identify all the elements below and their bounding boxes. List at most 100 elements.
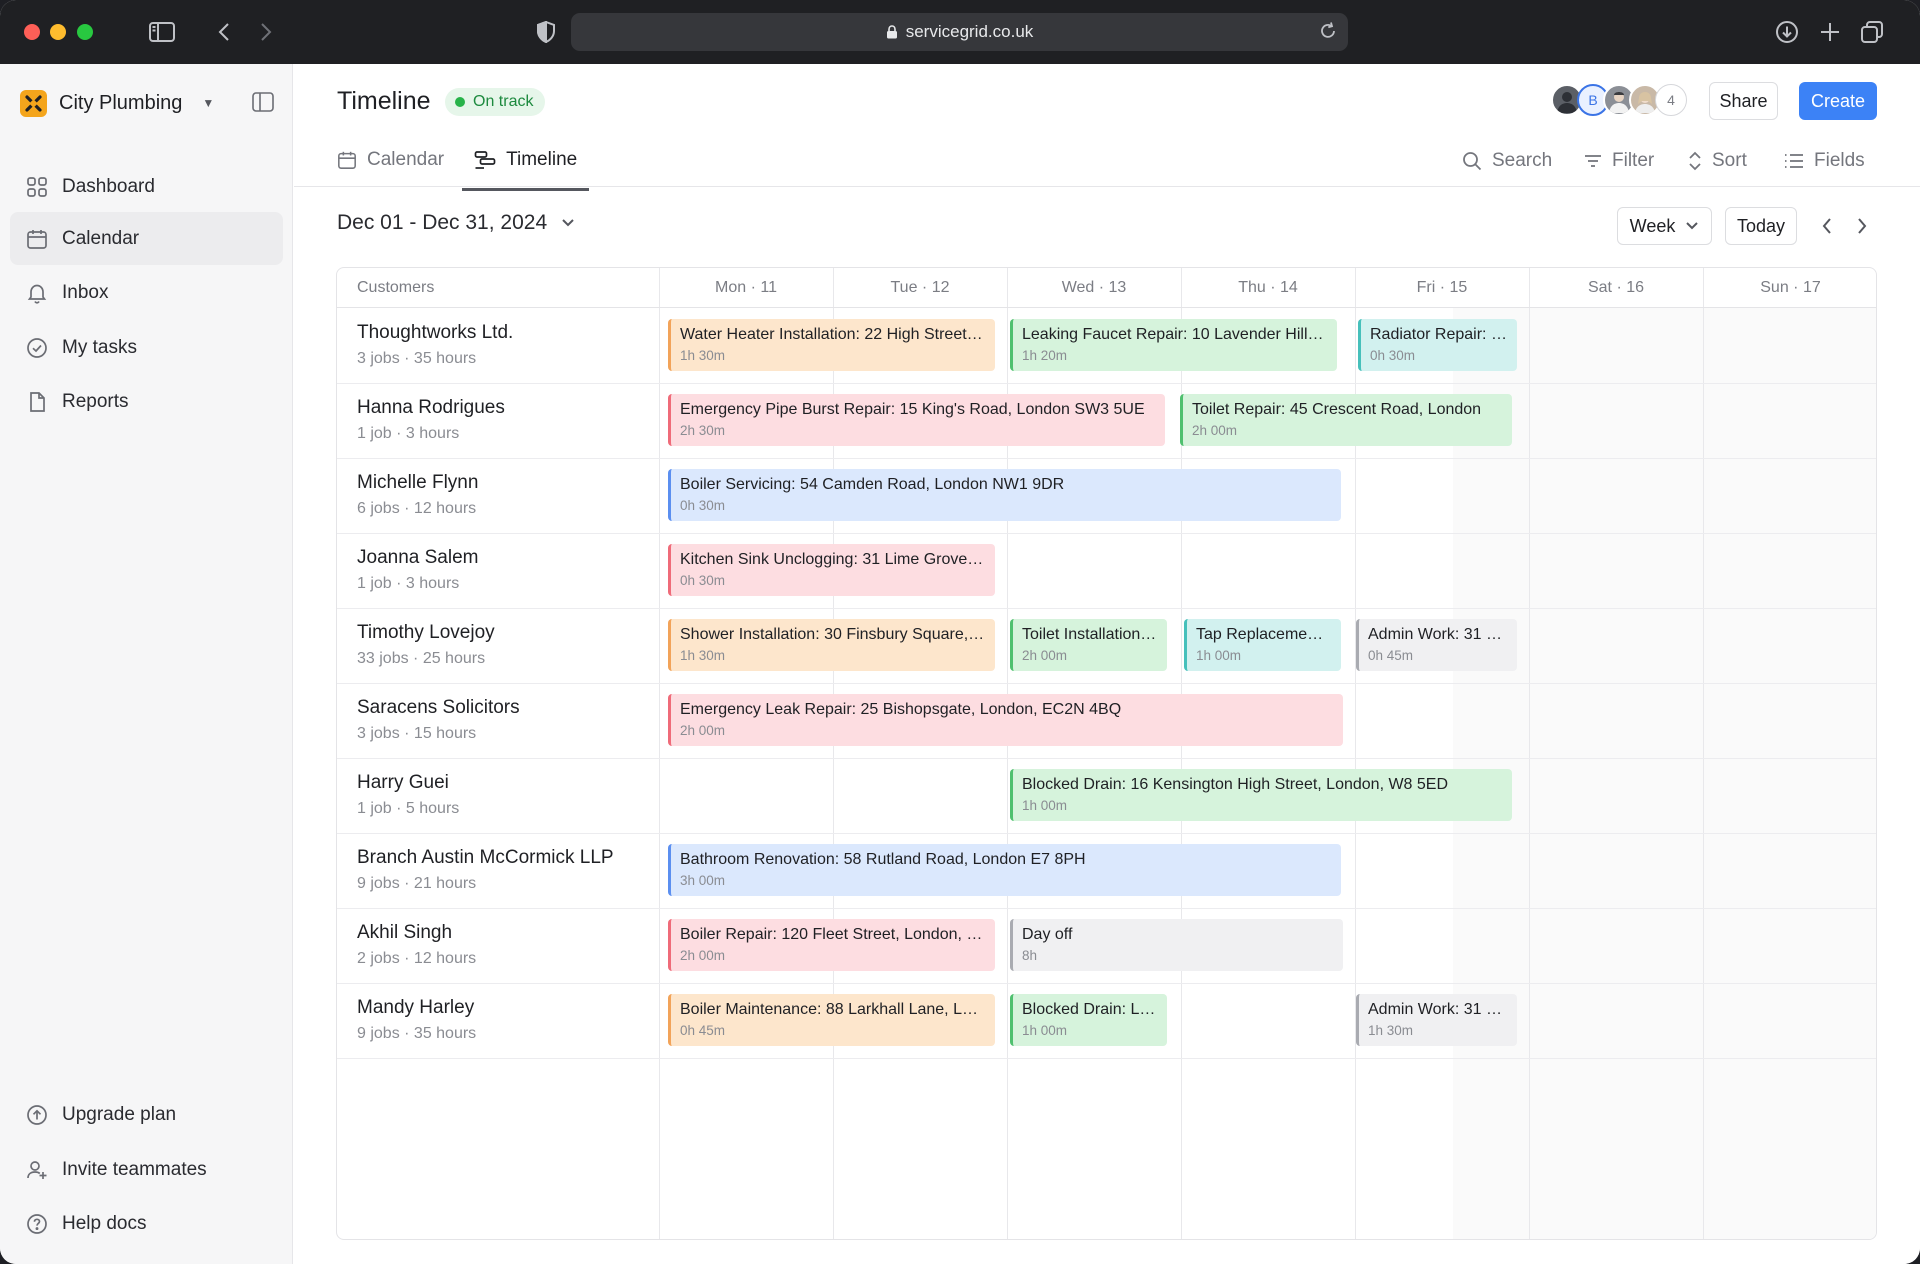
nav-calendar[interactable]: Calendar: [10, 212, 283, 265]
event-title: Admin Work: 31 London: [1368, 1001, 1507, 1018]
job-event[interactable]: Day off 8h: [1010, 919, 1343, 971]
job-event[interactable]: Kitchen Sink Unclogging: 31 Lime Grove, …: [668, 544, 995, 596]
event-title: Leaking Faucet Repair: 10 Lavender Hill,…: [1022, 326, 1327, 343]
customer-name[interactable]: Timothy Lovejoy: [357, 622, 495, 644]
new-tab-icon[interactable]: [1816, 18, 1844, 46]
job-event[interactable]: Admin Work: 31 London 1h 30m: [1356, 994, 1517, 1046]
upgrade-plan-label: Upgrade plan: [62, 1103, 177, 1125]
event-duration: 0h 30m: [680, 498, 726, 513]
share-button[interactable]: Share: [1709, 82, 1778, 120]
job-event[interactable]: Tap Replacement: London 1h 00m: [1184, 619, 1341, 671]
event-duration: 8h: [1022, 948, 1038, 963]
job-event[interactable]: Admin Work: 31 London 0h 45m: [1356, 619, 1517, 671]
tab-timeline[interactable]: Timeline: [462, 140, 590, 191]
filter-button[interactable]: Filter: [1584, 146, 1654, 176]
today-button[interactable]: Today: [1725, 207, 1797, 245]
customer-name[interactable]: Mandy Harley: [357, 997, 474, 1019]
invite-teammates-link[interactable]: Invite teammates: [10, 1143, 283, 1196]
event-title: Day off: [1022, 926, 1073, 943]
event-duration: 0h 30m: [1370, 348, 1416, 363]
event-title: Boiler Servicing: 54 Camden Road, London…: [680, 476, 1065, 493]
job-event[interactable]: Emergency Pipe Burst Repair: 15 King's R…: [668, 394, 1165, 446]
event-duration: 0h 45m: [680, 1023, 726, 1038]
day-header-mon: Mon · 11: [715, 279, 777, 296]
shield-icon[interactable]: [532, 18, 560, 46]
status-badge: On track: [445, 88, 546, 116]
forward-icon[interactable]: [252, 18, 280, 46]
event-title: Tap Replacement: London: [1196, 626, 1331, 643]
calendar-icon: [27, 229, 47, 249]
customer-name[interactable]: Branch Austin McCormick LLP: [357, 847, 614, 869]
view-tabs: Calendar Timeline: [337, 140, 590, 191]
customer-name[interactable]: Joanna Salem: [357, 547, 478, 569]
grid-header: Customers Mon · 11 Tue · 12 Wed · 13 Thu…: [337, 268, 1876, 308]
nav-reports[interactable]: Reports: [10, 375, 283, 428]
tab-overview-icon[interactable]: [1858, 18, 1886, 46]
job-event[interactable]: Radiator Repair: London 0h 30m: [1358, 319, 1517, 371]
nav-dashboard[interactable]: Dashboard: [10, 160, 283, 213]
event-duration: 1h 30m: [680, 648, 726, 663]
upgrade-plan-link[interactable]: Upgrade plan: [10, 1088, 283, 1141]
job-event[interactable]: Blocked Drain: 16 Kensington High Street…: [1010, 769, 1512, 821]
event-title: Radiator Repair: London: [1370, 326, 1507, 343]
member-avatars[interactable]: B 4: [1551, 84, 1687, 118]
workspace-switcher[interactable]: City Plumbing ▼: [20, 88, 214, 118]
download-icon[interactable]: [1773, 18, 1801, 46]
customer-meta: 3 jobs · 35 hours: [357, 350, 477, 367]
customer-name[interactable]: Harry Guei: [357, 772, 449, 794]
back-icon[interactable]: [210, 18, 238, 46]
job-event[interactable]: Toilet Repair: 45 Crescent Road, London 2…: [1180, 394, 1512, 446]
collapse-sidebar-icon[interactable]: [252, 92, 274, 117]
tab-calendar[interactable]: Calendar: [337, 140, 444, 180]
job-event[interactable]: Shower Installation: 30 Finsbury Square,…: [668, 619, 995, 671]
create-button[interactable]: Create: [1799, 82, 1877, 120]
sidebar-toggle-icon[interactable]: [148, 18, 176, 46]
help-docs-link[interactable]: Help docs: [10, 1197, 283, 1250]
day-header-thu: Thu · 14: [1238, 279, 1298, 296]
view-select[interactable]: Week: [1617, 207, 1712, 245]
workspace-name: City Plumbing: [59, 91, 183, 114]
page-title: Timeline: [337, 87, 431, 115]
customer-name[interactable]: Akhil Singh: [357, 922, 452, 944]
date-range-picker[interactable]: Dec 01 - Dec 31, 2024: [337, 211, 575, 235]
job-event[interactable]: Toilet Installation: London 2h 00m: [1010, 619, 1167, 671]
nav-my-tasks[interactable]: My tasks: [10, 321, 283, 374]
event-duration: 3h 00m: [680, 873, 726, 888]
job-event[interactable]: Emergency Leak Repair: 25 Bishopsgate, L…: [668, 694, 1343, 746]
nav-inbox[interactable]: Inbox: [10, 266, 283, 319]
job-event[interactable]: Boiler Repair: 120 Fleet Street, London,…: [668, 919, 995, 971]
maximize-window-button[interactable]: [77, 24, 93, 40]
event-title: Bathroom Renovation: 58 Rutland Road, Lo…: [680, 851, 1086, 868]
job-event[interactable]: Boiler Servicing: 54 Camden Road, London…: [668, 469, 1341, 521]
job-event[interactable]: Leaking Faucet Repair: 10 Lavender Hill,…: [1010, 319, 1337, 371]
customer-name[interactable]: Thoughtworks Ltd.: [357, 322, 513, 344]
invite-teammates-label: Invite teammates: [62, 1158, 207, 1180]
customer-meta: 1 job · 3 hours: [357, 425, 460, 442]
table-row: Mandy Harley 9 jobs · 35 hours Boiler Ma…: [337, 984, 1876, 1059]
customer-name[interactable]: Saracens Solicitors: [357, 697, 520, 719]
job-event[interactable]: Boiler Maintenance: 88 Larkhall Lane, Lo…: [668, 994, 995, 1046]
event-duration: 2h 00m: [680, 948, 726, 963]
date-range-label: Dec 01 - Dec 31, 2024: [337, 211, 548, 234]
job-event[interactable]: Water Heater Installation: 22 High Stree…: [668, 319, 995, 371]
address-bar[interactable]: servicegrid.co.uk: [571, 13, 1348, 51]
sort-button[interactable]: Sort: [1688, 146, 1747, 176]
day-header-sun: Sun · 17: [1760, 279, 1821, 296]
next-week-icon[interactable]: [1850, 214, 1874, 238]
close-window-button[interactable]: [24, 24, 40, 40]
job-event[interactable]: Blocked Drain: London 1h 00m: [1010, 994, 1167, 1046]
nav-my-tasks-label: My tasks: [62, 336, 137, 358]
job-event[interactable]: Bathroom Renovation: 58 Rutland Road, Lo…: [668, 844, 1341, 896]
previous-week-icon[interactable]: [1815, 214, 1839, 238]
member-count[interactable]: 4: [1655, 84, 1687, 116]
minimize-window-button[interactable]: [50, 24, 66, 40]
url-text: servicegrid.co.uk: [905, 22, 1034, 41]
search-button[interactable]: Search: [1462, 146, 1552, 176]
customer-name[interactable]: Hanna Rodrigues: [357, 397, 505, 419]
fields-button[interactable]: Fields: [1784, 146, 1865, 176]
event-title: Toilet Repair: 45 Crescent Road, London: [1192, 401, 1482, 418]
customer-name[interactable]: Michelle Flynn: [357, 472, 478, 494]
reload-icon[interactable]: [1318, 21, 1338, 41]
day-header-sat: Sat · 16: [1587, 279, 1645, 296]
event-duration: 1h 30m: [680, 348, 726, 363]
